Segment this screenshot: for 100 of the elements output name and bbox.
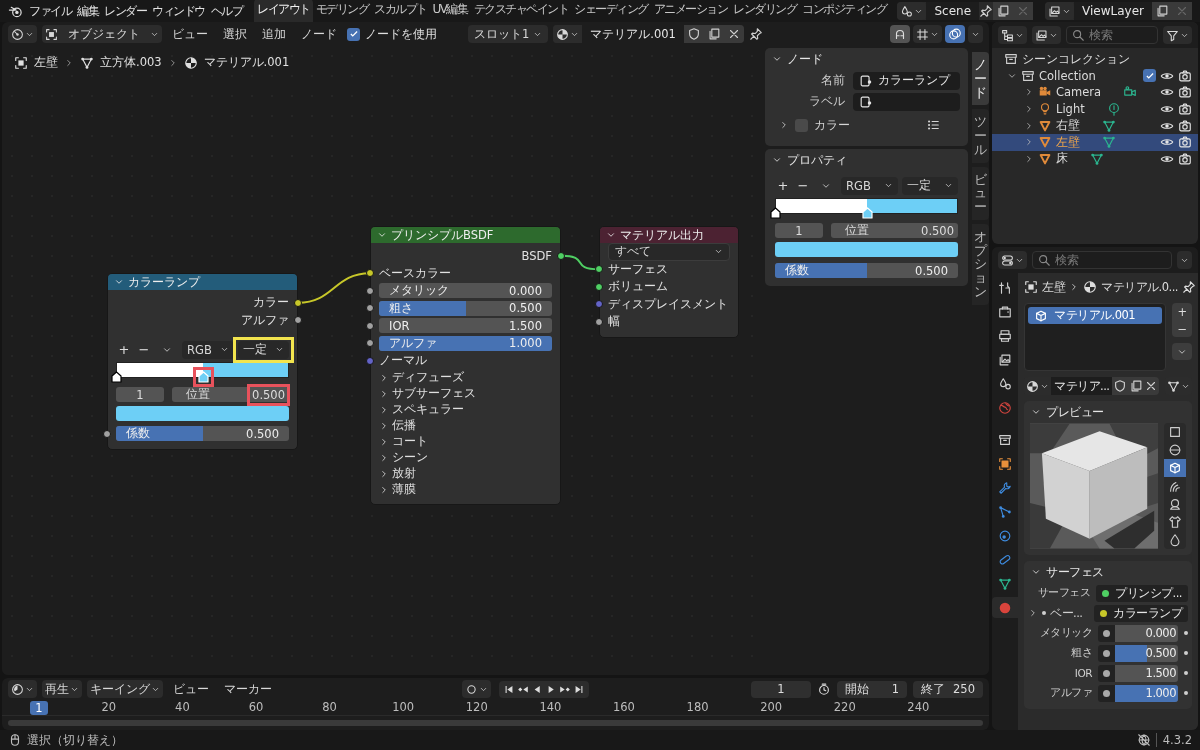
position-field[interactable]: 位置 0.500 bbox=[172, 387, 289, 402]
menu-dropdown[interactable]: キーイング bbox=[87, 680, 163, 698]
panel-title[interactable]: ノード bbox=[787, 51, 823, 67]
workspace-tab[interactable]: テクスチャペイント bbox=[470, 0, 571, 22]
panel-label[interactable]: シーン bbox=[392, 450, 428, 465]
socket-label: ベースカラー bbox=[379, 265, 451, 281]
workspace-tab[interactable]: UV編集 bbox=[429, 0, 471, 22]
menu-item[interactable]: 編集 bbox=[77, 2, 98, 20]
search-field[interactable]: 検索 bbox=[1032, 251, 1172, 269]
panel-label[interactable]: 薄膜 bbox=[392, 482, 416, 497]
frame-number: 200 bbox=[759, 700, 784, 715]
menu-item[interactable]: ファイル bbox=[29, 2, 71, 20]
ramp-button[interactable]: + bbox=[775, 178, 791, 193]
ramp-button[interactable]: + bbox=[116, 342, 132, 357]
number-field[interactable]: 1.500 bbox=[1115, 664, 1178, 682]
checkbox-label: ノードを使用 bbox=[365, 26, 437, 42]
slot-button[interactable]: + bbox=[1172, 303, 1192, 320]
field-label: IOR bbox=[1073, 667, 1092, 679]
ramp-button[interactable]: − bbox=[795, 178, 811, 193]
menu-item[interactable]: ノード bbox=[296, 26, 342, 42]
breadcrumb-item[interactable]: 左壁 bbox=[1042, 279, 1065, 295]
value-slider[interactable]: メタリック 0.000 bbox=[379, 283, 552, 299]
outliner-row[interactable]: Camera bbox=[992, 84, 1198, 101]
menu-item[interactable]: ビュー bbox=[167, 26, 213, 42]
workspace-tab[interactable]: モデリング bbox=[312, 0, 371, 22]
stop-index-field[interactable]: 1 bbox=[775, 223, 823, 238]
frame-number: 180 bbox=[685, 700, 710, 715]
menu-item[interactable]: レンダー bbox=[104, 2, 146, 20]
panel-label[interactable]: スペキュラー bbox=[392, 402, 464, 417]
sidebar-tab[interactable]: ビュー bbox=[972, 166, 989, 220]
breadcrumb-item[interactable]: 左壁 bbox=[34, 55, 58, 70]
number-field[interactable]: IOR 1.500 bbox=[379, 318, 552, 334]
panel-title[interactable]: プロパティ bbox=[787, 152, 847, 168]
subpanel-label[interactable]: カラー bbox=[814, 117, 850, 133]
breadcrumb-item[interactable]: マテリアル.001 bbox=[203, 55, 290, 70]
position-field[interactable]: 位置 0.500 bbox=[831, 223, 958, 238]
menu-item[interactable]: マーカー bbox=[219, 681, 277, 697]
slot-item[interactable]: マテリアル.001 bbox=[1028, 307, 1162, 324]
panel-label[interactable]: サブサーフェス bbox=[392, 386, 476, 401]
menu-item[interactable]: ヘルプ bbox=[210, 2, 242, 20]
sidebar-tab[interactable]: オプション bbox=[972, 223, 989, 305]
outliner-row[interactable]: Light bbox=[992, 100, 1198, 118]
outliner-row[interactable]: 床 bbox=[992, 150, 1198, 168]
current-frame-marker[interactable]: 1 bbox=[30, 701, 48, 715]
value-slider[interactable]: アルファ 1.000 bbox=[379, 335, 552, 351]
sidebar-tab[interactable]: ノード bbox=[972, 52, 989, 106]
interpolation-dropdown[interactable]: 一定 bbox=[901, 176, 958, 195]
workspace-tab[interactable]: レイアウト bbox=[254, 0, 313, 22]
breadcrumb-item[interactable]: マテリアル.0... bbox=[1101, 279, 1178, 295]
stop-index-field[interactable]: 1 bbox=[116, 387, 164, 402]
workspace-tab[interactable]: アニメーション bbox=[650, 0, 730, 22]
value-slider[interactable]: 係数 0.500 bbox=[116, 426, 289, 442]
end-frame-field[interactable]: 終了 250 bbox=[913, 680, 983, 698]
field-label: ベー... bbox=[1050, 605, 1083, 621]
workspace-tab[interactable]: シェーディング bbox=[571, 0, 651, 22]
slot-selector[interactable]: スロット1 bbox=[468, 25, 549, 43]
slot-button[interactable]: − bbox=[1172, 320, 1192, 337]
panel-title[interactable]: サーフェス bbox=[1046, 564, 1104, 580]
number-field[interactable]: 0.000 bbox=[1115, 624, 1178, 642]
interpolation-dropdown[interactable]: 一定 bbox=[237, 340, 289, 359]
panel-label[interactable]: ディフューズ bbox=[392, 370, 464, 385]
ramp-button[interactable]: − bbox=[136, 342, 152, 357]
value-slider[interactable]: 1.000 bbox=[1115, 684, 1178, 702]
panel-label[interactable]: 伝播 bbox=[392, 418, 416, 433]
mode-selector[interactable]: オブジェクト bbox=[42, 25, 162, 43]
material-name-field[interactable]: マテリアル.001 bbox=[582, 25, 684, 43]
breadcrumb-item[interactable]: 立方体.003 bbox=[100, 55, 162, 70]
menu-item[interactable]: 選択 bbox=[218, 26, 252, 42]
search-field[interactable]: 検索 bbox=[1066, 26, 1158, 44]
link-field[interactable]: プリンシプ... bbox=[1096, 584, 1188, 602]
workspace-tab[interactable]: コンポジティング bbox=[799, 0, 889, 22]
scene-name-field[interactable]: Scene bbox=[926, 2, 980, 20]
frame-number: 240 bbox=[906, 700, 931, 715]
menu-item[interactable]: ウィンドウ bbox=[152, 2, 205, 20]
outliner-row[interactable]: 左壁 bbox=[992, 133, 1198, 151]
field-label: 名前 bbox=[820, 73, 845, 88]
value-slider[interactable]: 係数 0.500 bbox=[775, 263, 958, 278]
socket-label: カラー bbox=[253, 295, 289, 311]
outliner-row[interactable]: Collection bbox=[992, 67, 1198, 85]
material-name-field[interactable]: マテリア... bbox=[1051, 377, 1113, 395]
status-hint: 選択（切り替え） bbox=[27, 732, 123, 748]
link-field[interactable]: カラーランプ bbox=[1094, 604, 1188, 622]
start-frame-field[interactable]: 開始 1 bbox=[837, 680, 907, 698]
sidebar-tab[interactable]: ツール bbox=[972, 109, 989, 163]
outliner-row[interactable]: 右壁 bbox=[992, 117, 1198, 134]
color-mode-dropdown[interactable]: RGB bbox=[182, 340, 234, 359]
value-slider[interactable]: 粗さ 0.500 bbox=[379, 300, 552, 316]
workspace-tab[interactable]: スカルプト bbox=[371, 0, 430, 22]
frame-field[interactable]: 1 bbox=[751, 680, 811, 698]
panel-label[interactable]: 放射 bbox=[392, 466, 416, 481]
panel-title[interactable]: プレビュー bbox=[1046, 404, 1104, 420]
panel-label[interactable]: コート bbox=[392, 434, 428, 449]
outliner-row[interactable]: シーンコレクション bbox=[992, 51, 1198, 68]
menu-item[interactable]: ビュー bbox=[168, 681, 214, 697]
menu-dropdown[interactable]: 再生 bbox=[42, 680, 82, 698]
color-mode-dropdown[interactable]: RGB bbox=[841, 176, 898, 195]
view-layer-field[interactable]: ViewLayer bbox=[1074, 2, 1152, 20]
workspace-tab[interactable]: レンダリング bbox=[730, 0, 799, 22]
text-field[interactable]: カラーランプ bbox=[853, 71, 960, 90]
menu-item[interactable]: 追加 bbox=[257, 26, 291, 42]
